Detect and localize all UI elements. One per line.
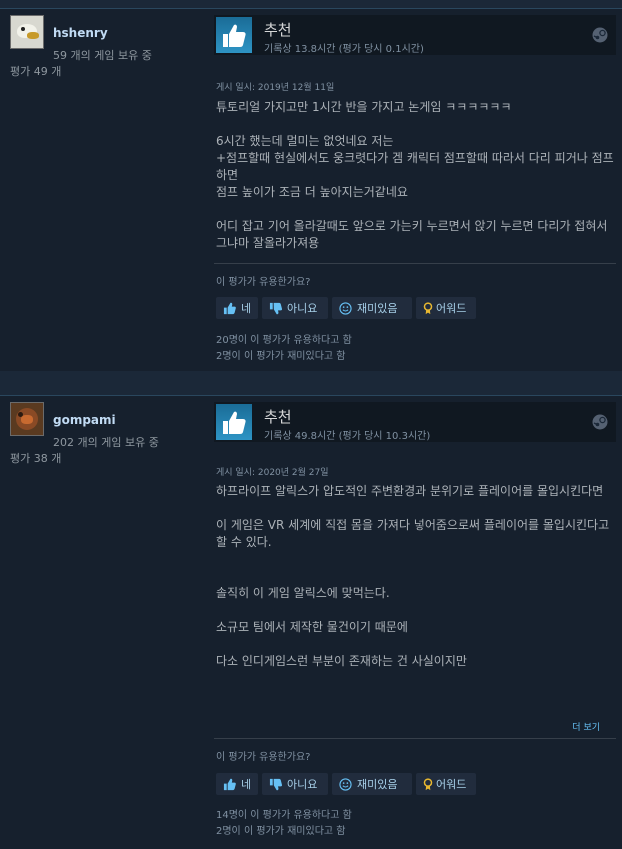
steam-icon — [592, 414, 608, 430]
steam-icon — [592, 27, 608, 43]
review-paragraph: 6시간 했는데 멀미는 없엇네요 저는 +점프할때 현실에서도 웅크렷다가 겜 … — [216, 134, 614, 199]
review-content: 추천 기록상 49.8시간 (평가 당시 10.3시간) 게시 일시: 2020… — [214, 402, 616, 837]
thumbs-down-icon — [269, 302, 282, 315]
review-paragraph: 다소 인디게임스런 부분이 존재하는 건 사실이지만 — [216, 654, 467, 668]
thumbs-down-icon — [269, 778, 282, 791]
games-owned[interactable]: 59 개의 게임 보유 중 — [53, 47, 152, 63]
vote-funny-button[interactable]: 재미있음 — [332, 297, 412, 319]
review-paragraph: 이 게임은 VR 세계에 직접 몸을 가져다 넣어줌으로써 플레이어를 몰입시킨… — [216, 518, 610, 549]
thumbs-up-icon — [216, 17, 252, 53]
vote-yes-button[interactable]: 네 — [216, 773, 258, 795]
posted-date: 게시 일시: 2020년 2월 27일 — [216, 468, 329, 478]
verdict-title: 추천 — [264, 408, 292, 426]
review-paragraph: 솔직히 이 게임 알릭스에 맞먹는다. — [216, 586, 390, 600]
vote-stats: 14명이 이 평가가 유용하다고 함 2명이 이 평가가 재미있다고 함 — [216, 808, 352, 840]
helpful-question: 이 평가가 유용한가요? — [216, 277, 311, 288]
author-name[interactable]: hshenry — [53, 26, 108, 40]
vote-header[interactable]: 추천 기록상 49.8시간 (평가 당시 10.3시간) — [214, 402, 616, 442]
vote-no-label: 아니요 — [287, 778, 318, 791]
posted-date: 게시 일시: 2019년 12월 11일 — [216, 83, 335, 93]
review-count[interactable]: 평가 49 개 — [10, 63, 61, 79]
funny-count: 2명이 이 평가가 재미있다고 함 — [216, 351, 346, 362]
thumbs-up-icon — [223, 302, 236, 315]
review-paragraph: 튜토리얼 가지고만 1시간 반을 가지고 논게임 ㅋㅋㅋㅋㅋㅋ — [216, 100, 512, 114]
award-label: 어워드 — [436, 778, 467, 791]
read-more-link[interactable]: 더 보기 — [572, 720, 600, 733]
vote-yes-label: 네 — [241, 302, 252, 315]
review-paragraph: 소규모 팀에서 제작한 물건이기 때문에 — [216, 620, 408, 634]
helpful-count: 20명이 이 평가가 유용하다고 함 — [216, 335, 352, 346]
review-text: 하프라이프 알릭스가 압도적인 주변환경과 분위기로 플레이어를 몰입시킨다면 … — [216, 483, 614, 670]
vote-stats: 20명이 이 평가가 유용하다고 함 2명이 이 평가가 재미있다고 함 — [216, 333, 352, 365]
review-count[interactable]: 평가 38 개 — [10, 450, 61, 466]
award-label: 어워드 — [436, 302, 467, 315]
review-card: hshenry 59 개의 게임 보유 중 평가 49 개 추천 기록상 13.… — [0, 8, 622, 371]
smiley-icon — [339, 301, 352, 315]
review-text: 튜토리얼 가지고만 1시간 반을 가지고 논게임 ㅋㅋㅋㅋㅋㅋ 6시간 했는데 … — [216, 99, 614, 252]
vote-yes-label: 네 — [241, 778, 252, 791]
review-paragraph — [216, 568, 614, 585]
vote-no-button[interactable]: 아니요 — [262, 297, 328, 319]
smiley-icon — [339, 777, 352, 791]
award-button[interactable]: 어워드 — [416, 773, 476, 795]
helpful-count: 14명이 이 평가가 유용하다고 함 — [216, 810, 352, 821]
award-icon — [423, 301, 433, 315]
games-owned[interactable]: 202 개의 게임 보유 중 — [53, 434, 159, 450]
review-card: gompami 202 개의 게임 보유 중 평가 38 개 추천 기록상 49… — [0, 395, 622, 849]
vote-funny-button[interactable]: 재미있음 — [332, 773, 412, 795]
playtime: 기록상 13.8시간 (평가 당시 0.1시간) — [264, 44, 424, 55]
award-icon — [423, 777, 433, 791]
thumbs-up-icon — [216, 404, 252, 440]
divider — [214, 263, 616, 264]
author-name[interactable]: gompami — [53, 413, 116, 427]
review-paragraph: 어디 잡고 기어 올라갈때도 앞으로 가는키 누르면서 앉기 누르면 다리가 접… — [216, 219, 608, 250]
vote-funny-label: 재미있음 — [357, 778, 398, 791]
divider — [214, 738, 616, 739]
award-button[interactable]: 어워드 — [416, 297, 476, 319]
vote-no-label: 아니요 — [287, 302, 318, 315]
funny-count: 2명이 이 평가가 재미있다고 함 — [216, 826, 346, 837]
vote-funny-label: 재미있음 — [357, 302, 398, 315]
avatar[interactable] — [10, 402, 44, 436]
thumbs-up-icon — [223, 778, 236, 791]
helpful-question: 이 평가가 유용한가요? — [216, 752, 311, 763]
avatar[interactable] — [10, 15, 44, 49]
verdict-title: 추천 — [264, 21, 292, 39]
review-paragraph: 하프라이프 알릭스가 압도적인 주변환경과 분위기로 플레이어를 몰입시킨다면 — [216, 484, 604, 498]
review-content: 추천 기록상 13.8시간 (평가 당시 0.1시간) 게시 일시: 2019년… — [214, 15, 616, 362]
vote-no-button[interactable]: 아니요 — [262, 773, 328, 795]
vote-yes-button[interactable]: 네 — [216, 297, 258, 319]
vote-header[interactable]: 추천 기록상 13.8시간 (평가 당시 0.1시간) — [214, 15, 616, 55]
playtime: 기록상 49.8시간 (평가 당시 10.3시간) — [264, 431, 431, 442]
